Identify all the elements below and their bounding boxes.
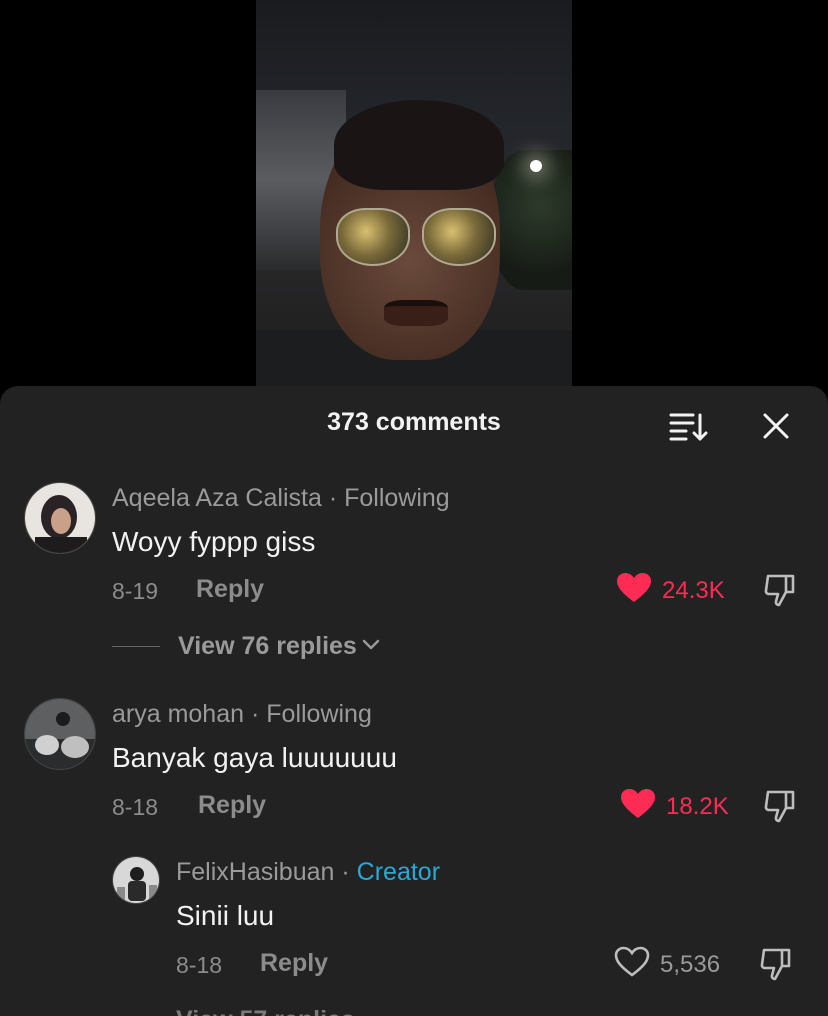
dislike-icon[interactable] <box>758 946 794 982</box>
sort-icon[interactable] <box>668 410 708 442</box>
divider-line <box>112 646 160 647</box>
comment-username[interactable]: arya mohan · Following <box>112 700 372 729</box>
reply-button[interactable]: Reply <box>260 949 328 978</box>
video-person-hair <box>334 100 504 190</box>
sunglasses-right-lens <box>422 208 496 266</box>
comment-text[interactable]: Sinii luu <box>176 900 274 932</box>
reply-button[interactable]: Reply <box>198 791 266 820</box>
comment-date: 8-19 <box>112 578 159 604</box>
heart-filled-icon <box>616 572 652 609</box>
close-icon[interactable] <box>760 410 792 442</box>
comment-date: 8-18 <box>112 794 159 820</box>
like-button[interactable]: 5,536 <box>614 946 720 983</box>
comment-username[interactable]: Aqeela Aza Calista · Following <box>112 484 450 513</box>
like-count: 5,536 <box>660 950 721 978</box>
avatar[interactable] <box>24 482 96 554</box>
comment-date: 8-18 <box>176 952 223 978</box>
like-count: 24.3K <box>662 576 725 604</box>
separator-dot: · <box>341 858 350 886</box>
dislike-icon[interactable] <box>762 788 798 824</box>
avatar[interactable] <box>24 698 96 770</box>
separator-dot: · <box>250 700 260 728</box>
comments-header: 373 comments <box>0 386 828 462</box>
reply-button[interactable]: Reply <box>196 575 264 604</box>
view-replies-label: View 76 replies <box>178 632 357 660</box>
heart-filled-icon <box>620 788 656 825</box>
video-person-mouth <box>384 300 448 326</box>
heart-outline-icon <box>614 946 650 983</box>
sunglasses-left-lens <box>336 208 410 266</box>
following-tag: Following <box>344 484 450 512</box>
username-text[interactable]: Aqeela Aza Calista <box>112 484 322 512</box>
comments-sheet: 373 comments Aqeela Aza Calista · Follow… <box>0 386 828 1016</box>
username-text[interactable]: arya mohan <box>112 700 244 728</box>
chevron-down-icon <box>361 637 381 656</box>
avatar[interactable] <box>112 856 160 904</box>
comment-text[interactable]: Woyy fyppp giss <box>112 526 315 558</box>
view-replies-partial[interactable]: View 57 replies <box>176 1006 355 1016</box>
like-count: 18.2K <box>666 792 729 820</box>
dislike-icon[interactable] <box>762 572 798 608</box>
creator-tag: Creator <box>356 858 441 886</box>
username-text[interactable]: FelixHasibuan <box>176 858 334 886</box>
following-tag: Following <box>266 700 372 728</box>
comment-username[interactable]: FelixHasibuan · Creator <box>176 858 440 887</box>
view-replies-button[interactable]: View 76 replies <box>112 632 381 661</box>
video-player[interactable] <box>0 0 828 390</box>
comment-text[interactable]: Banyak gaya luuuuuuu <box>112 742 397 774</box>
like-button[interactable]: 18.2K <box>620 788 729 825</box>
separator-dot: · <box>328 484 338 512</box>
video-frame[interactable] <box>256 0 572 390</box>
video-streetlight <box>530 160 542 172</box>
like-button[interactable]: 24.3K <box>616 572 725 609</box>
